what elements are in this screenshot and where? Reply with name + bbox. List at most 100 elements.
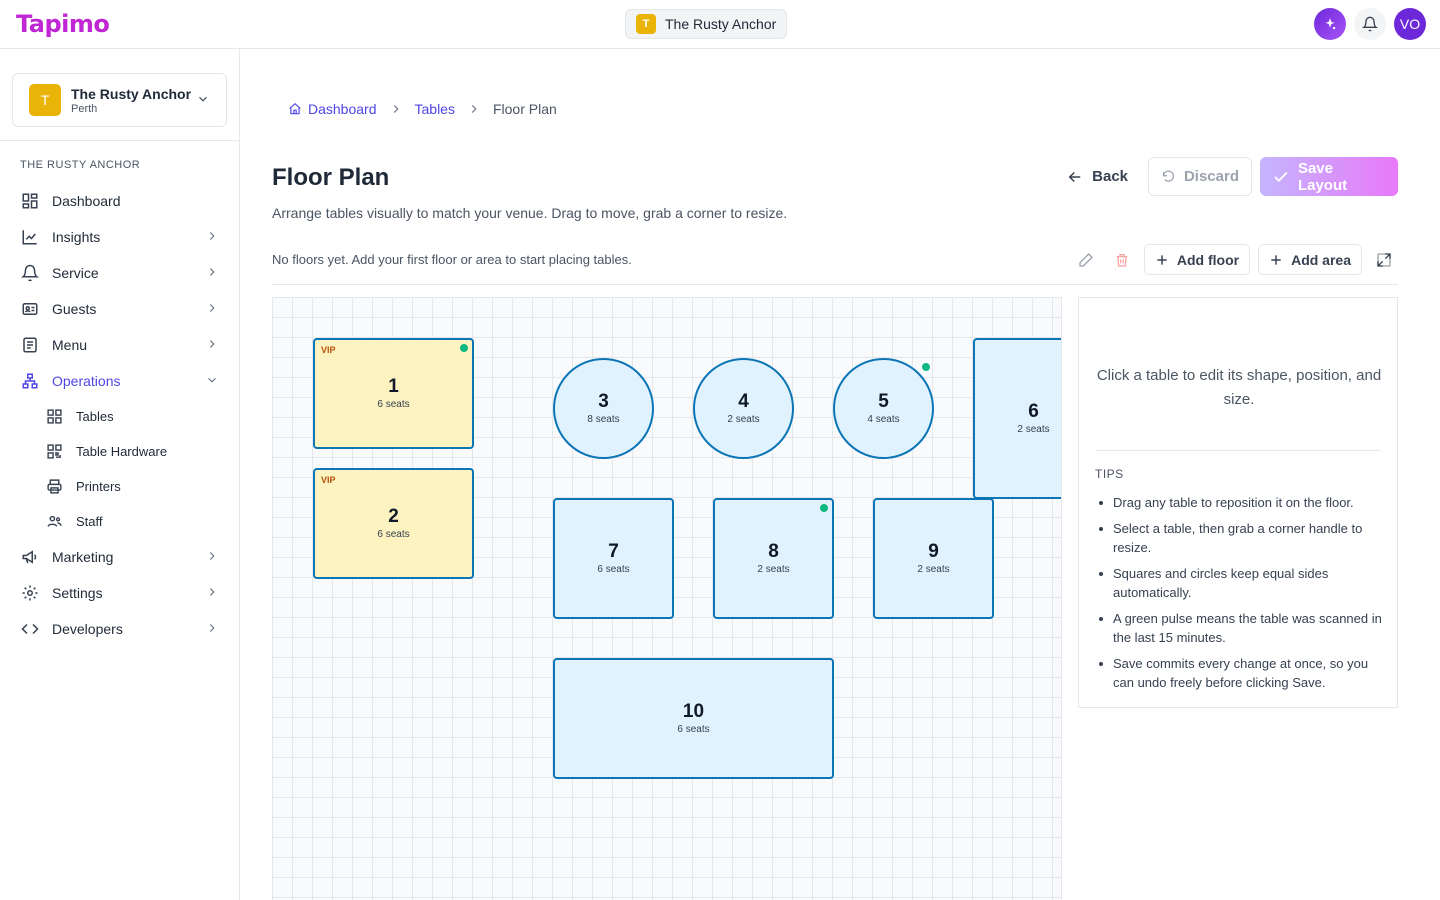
sidebar-item-label: Settings (52, 585, 103, 601)
table-number: 10 (682, 701, 705, 723)
home-icon (289, 102, 301, 115)
table-seats: 2 seats (727, 413, 760, 425)
table-seats: 2 seats (757, 563, 790, 575)
table-inspector-panel: Click a table to edit its shape, positio… (1078, 297, 1398, 708)
expand-icon (1377, 252, 1391, 267)
table-number: 6 (1028, 401, 1039, 423)
add-floor-button[interactable]: Add floor (1143, 244, 1251, 275)
add-area-button[interactable]: Add area (1258, 244, 1362, 275)
tip-item: Select a table, then grab a corner handl… (1099, 519, 1383, 557)
floor-plan-canvas[interactable]: VIP 1 6 seats VIP 2 6 seats 3 8 seats 4 … (272, 297, 1062, 900)
sidebar-item-label: Dashboard (52, 193, 121, 209)
table-seats: 4 seats (867, 413, 900, 425)
table-7[interactable]: 7 6 seats (553, 498, 674, 619)
sidebar-item-marketing[interactable]: Marketing (0, 539, 239, 575)
table-number: 9 (928, 541, 939, 563)
sidebar-item-guests[interactable]: Guests (0, 291, 239, 327)
sidebar-item-developers[interactable]: Developers (0, 611, 239, 647)
venue-card-city: Perth (71, 102, 98, 115)
table-10[interactable]: 10 6 seats (553, 658, 834, 779)
ai-sparkle-button[interactable] (1314, 8, 1346, 40)
trash-icon (1116, 253, 1128, 267)
save-layout-button[interactable]: Save Layout (1260, 157, 1398, 196)
table-seats: 6 seats (377, 528, 410, 540)
chevron-right-icon (209, 588, 215, 596)
page-title: Floor Plan (272, 164, 390, 191)
grid-icon (46, 409, 62, 424)
table-number: 7 (608, 541, 619, 563)
app-logo[interactable]: Tapimo (16, 10, 110, 38)
sidebar-item-label: Insights (52, 229, 101, 245)
table-seats: 6 seats (597, 563, 630, 575)
rename-floor-button[interactable] (1072, 244, 1100, 275)
fullscreen-button[interactable] (1370, 244, 1398, 275)
gear-icon (22, 585, 38, 601)
pencil-icon (1079, 252, 1093, 267)
back-button[interactable]: Back (1054, 157, 1140, 196)
page-subtitle: Arrange tables visually to match your ve… (272, 205, 788, 221)
table-number: 8 (768, 541, 779, 563)
venue-switcher-pill[interactable]: T The Rusty Anchor (625, 9, 788, 39)
venue-name: The Rusty Anchor (665, 16, 777, 32)
discard-button[interactable]: Discard (1148, 157, 1252, 196)
table-number: 3 (598, 391, 609, 413)
table-seats: 6 seats (677, 723, 710, 735)
bell-icon (1362, 16, 1378, 32)
table-6[interactable]: 6 2 seats (973, 338, 1061, 499)
save-label: Save Layout (1297, 159, 1348, 194)
sidebar-section-label: THE RUSTY ANCHOR (20, 159, 141, 171)
plus-icon (1157, 254, 1167, 265)
sidebar-item-insights[interactable]: Insights (0, 219, 239, 255)
table-5[interactable]: 5 4 seats (833, 358, 934, 459)
users-icon (46, 515, 62, 527)
breadcrumb-current: Floor Plan (492, 101, 557, 117)
scan-pulse-dot (922, 363, 930, 371)
check-icon (1274, 171, 1288, 182)
sidebar-subitem-tables[interactable]: Tables (0, 399, 239, 434)
plus-icon (1271, 254, 1281, 265)
tip-item: Squares and circles keep equal sides aut… (1099, 564, 1383, 602)
table-4[interactable]: 4 2 seats (693, 358, 794, 459)
tips-heading: TIPS (1095, 467, 1124, 481)
breadcrumb-dashboard-link[interactable]: Dashboard (308, 101, 377, 117)
table-1[interactable]: VIP 1 6 seats (313, 338, 474, 449)
add-area-label: Add area (1291, 251, 1351, 268)
sidebar-subitem-printers[interactable]: Printers (0, 469, 239, 504)
id-card-icon (22, 303, 38, 315)
venue-selector[interactable]: T The Rusty Anchor Perth (12, 73, 227, 127)
delete-floor-button[interactable] (1108, 244, 1136, 275)
breadcrumb-tables-link[interactable]: Tables (415, 101, 455, 117)
sidebar-subitem-label: Table Hardware (76, 444, 168, 459)
sparkle-icon (1325, 18, 1336, 30)
vip-badge: VIP (321, 345, 336, 355)
sidebar-item-service[interactable]: Service (0, 255, 239, 291)
printer-icon (46, 479, 62, 494)
sidebar-subitem-staff[interactable]: Staff (0, 504, 239, 539)
sidebar-item-dashboard[interactable]: Dashboard (0, 183, 239, 219)
sidebar-item-label: Operations (52, 373, 121, 389)
chevron-down-icon (199, 96, 207, 102)
arrow-left-icon (1068, 171, 1081, 182)
user-avatar[interactable]: VO (1394, 8, 1426, 40)
tip-item: Drag any table to reposition it on the f… (1099, 493, 1383, 512)
table-9[interactable]: 9 2 seats (873, 498, 994, 619)
chevron-right-icon (209, 268, 215, 276)
sidebar-item-operations[interactable]: Operations (0, 363, 239, 399)
panel-divider (1095, 450, 1381, 451)
table-number: 5 (878, 391, 889, 413)
sidebar-item-settings[interactable]: Settings (0, 575, 239, 611)
table-2[interactable]: VIP 2 6 seats (313, 468, 474, 579)
notifications-button[interactable] (1354, 8, 1386, 40)
sidebar-item-menu[interactable]: Menu (0, 327, 239, 363)
discard-label: Discard (1183, 168, 1239, 185)
table-3[interactable]: 3 8 seats (553, 358, 654, 459)
org-structure-icon (22, 373, 38, 389)
breadcrumb: Dashboard Tables Floor Plan (288, 101, 557, 117)
sidebar-subitem-table-hardware[interactable]: Table Hardware (0, 434, 239, 469)
table-seats: 2 seats (917, 563, 950, 575)
table-8[interactable]: 8 2 seats (713, 498, 834, 619)
page-actions: Back Discard Save Layout (1054, 157, 1398, 196)
sidebar-item-label: Marketing (52, 549, 114, 565)
venue-card-name: The Rusty Anchor (71, 85, 192, 102)
venue-initial-badge: T (636, 14, 656, 34)
